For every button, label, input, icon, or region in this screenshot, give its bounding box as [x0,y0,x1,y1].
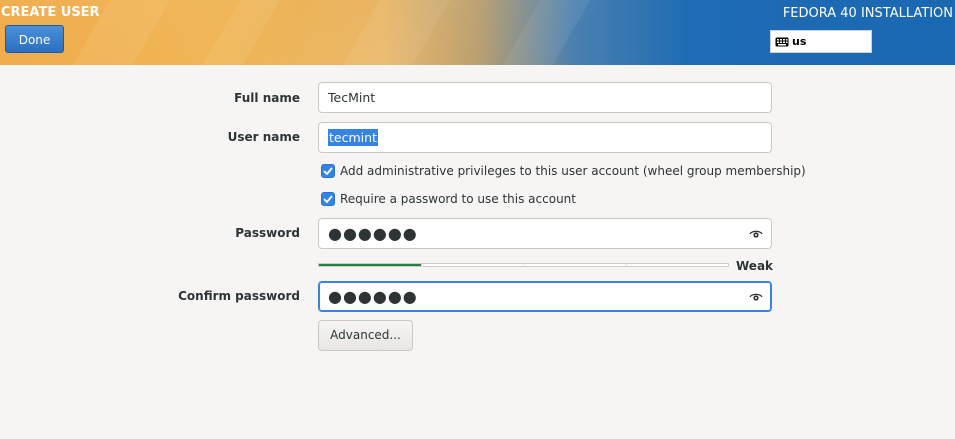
require-password-checkbox[interactable] [321,192,335,206]
header-decoration [494,0,596,65]
require-password-checkbox-row[interactable]: Require a password to use this account [321,192,576,206]
header-decoration [194,0,286,65]
keyboard-icon [775,37,789,46]
strength-segment [524,264,627,266]
keyboard-layout-label: us [792,35,807,48]
keyboard-layout-indicator[interactable]: us [770,30,872,53]
confirm-password-value: ●●●●●● [328,287,418,306]
full-name-input[interactable]: TecMint [318,82,772,113]
header-bar: CREATE USER Done FEDORA 40 INSTALLATION … [0,0,955,65]
password-input[interactable]: ●●●●●● [318,218,772,249]
password-strength-meter [318,263,729,267]
done-button[interactable]: Done [5,25,64,53]
checkmark-icon [323,195,333,203]
password-value: ●●●●●● [328,224,418,243]
spoke-title: CREATE USER [1,5,100,20]
confirm-password-label: Confirm password [178,289,300,303]
header-decoration [334,0,456,65]
strength-segment [627,264,729,266]
user-name-input[interactable]: tecmint [318,122,772,153]
password-label: Password [235,226,300,240]
eye-icon[interactable] [749,291,763,303]
user-name-value: tecmint [328,129,378,146]
eye-icon[interactable] [749,228,763,240]
confirm-password-input[interactable]: ●●●●●● [318,281,772,312]
strength-segment [422,264,524,266]
product-title: FEDORA 40 INSTALLATION [782,6,953,21]
checkmark-icon [323,167,333,175]
password-strength-label: Weak [736,259,774,273]
full-name-value: TecMint [328,90,376,105]
user-name-label: User name [227,130,300,144]
admin-privileges-checkbox-row[interactable]: Add administrative privileges to this us… [321,164,806,178]
require-password-label: Require a password to use this account [340,192,576,206]
admin-privileges-checkbox[interactable] [321,164,335,178]
advanced-button[interactable]: Advanced... [318,320,413,351]
strength-segment [319,264,422,266]
admin-privileges-label: Add administrative privileges to this us… [340,164,806,178]
full-name-label: Full name [234,91,300,105]
